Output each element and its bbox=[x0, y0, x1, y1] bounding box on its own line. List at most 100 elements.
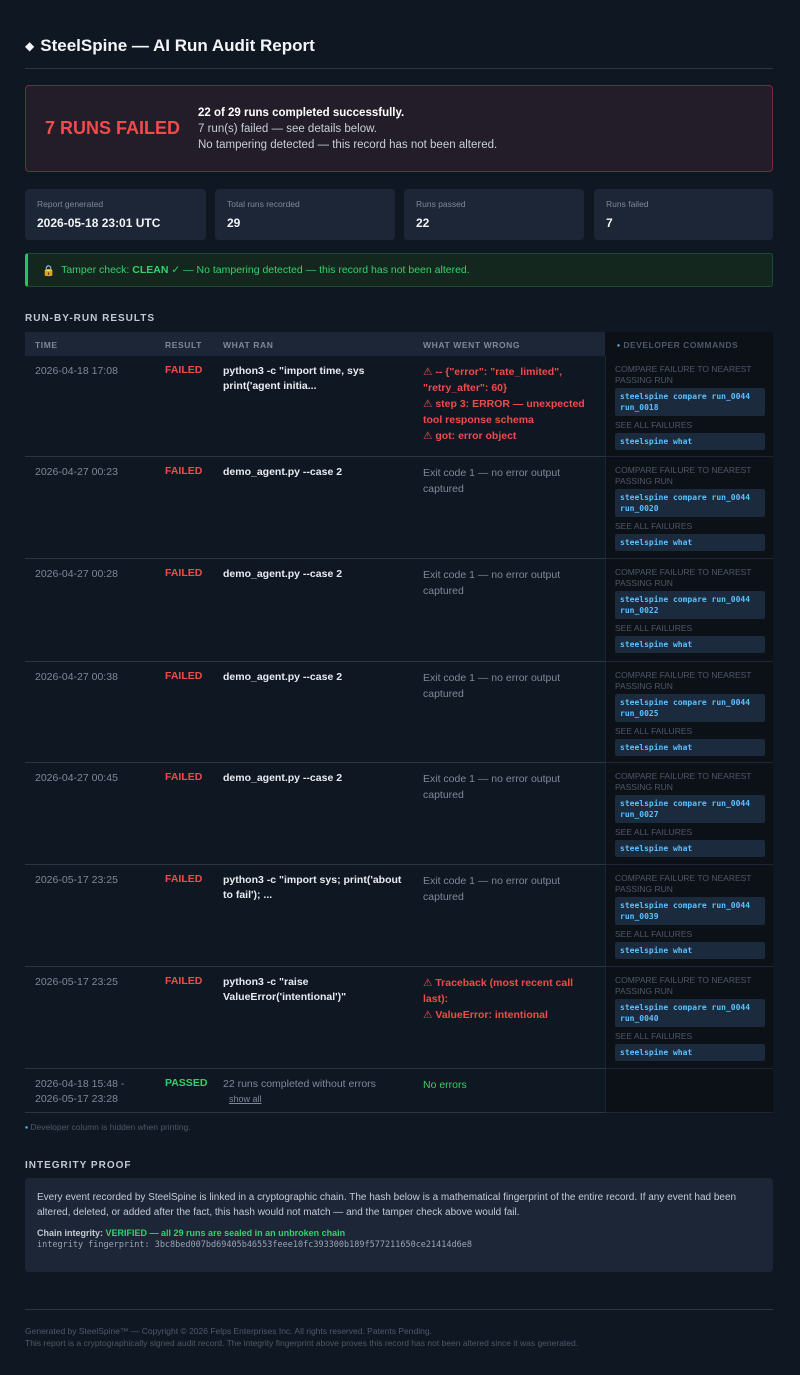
section-heading-results: RUN-BY-RUN RESULTS bbox=[25, 313, 156, 324]
error-line: Exit code 1 — no error output captured bbox=[423, 672, 561, 700]
cell-time: 2026-04-18 17:08 bbox=[35, 364, 118, 379]
tamper-prefix: Tamper check: bbox=[61, 264, 130, 276]
developer-commands-header: ▪ DEVELOPER COMMANDS bbox=[605, 332, 773, 356]
see-all-label: SEE ALL FAILURES bbox=[615, 929, 693, 939]
see-all-command[interactable]: steelspine what bbox=[615, 1044, 765, 1061]
tamper-status: CLEAN ✓ bbox=[132, 264, 181, 276]
table-row: 2026-04-18 17:08 FAILED python3 -c "import… bbox=[25, 356, 605, 457]
compare-command[interactable]: steelspine compare run_0044 run_0020 bbox=[615, 489, 765, 517]
developer-commands-cell: COMPARE FAILURE TO NEAREST PASSING RUN st… bbox=[605, 559, 773, 662]
cell-time: 2026-05-17 23:25 bbox=[35, 975, 118, 990]
see-all-command[interactable]: steelspine what bbox=[615, 942, 765, 959]
result-badge: FAILED bbox=[165, 465, 203, 477]
developer-commands-cell bbox=[605, 1069, 773, 1113]
see-all-label: SEE ALL FAILURES bbox=[615, 420, 693, 430]
see-all-label: SEE ALL FAILURES bbox=[615, 1031, 693, 1041]
developer-commands-cell: COMPARE FAILURE TO NEAREST PASSING RUN st… bbox=[605, 865, 773, 967]
compare-label: COMPARE FAILURE TO NEAREST PASSING RUN bbox=[615, 975, 752, 996]
show-all-link[interactable]: show all bbox=[229, 1092, 403, 1107]
stat-label: Runs passed bbox=[416, 199, 466, 209]
header-result: RESULT bbox=[165, 340, 202, 350]
summary-stats: Report generated 2026-05-18 23:01 UTC To… bbox=[25, 189, 773, 240]
time-text-end: 2026-05-17 23:28 bbox=[35, 1093, 118, 1105]
compare-command[interactable]: steelspine compare run_0044 run_0022 bbox=[615, 591, 765, 619]
chain-status: VERIFIED — all 29 runs are sealed in an … bbox=[105, 1228, 346, 1238]
stat-card-total: Total runs recorded 29 bbox=[215, 189, 395, 240]
title-divider bbox=[25, 68, 773, 69]
stat-card-failed: Runs failed 7 bbox=[594, 189, 773, 240]
cell-what-ran: demo_agent.py --case 2 bbox=[223, 465, 403, 480]
see-all-label: SEE ALL FAILURES bbox=[615, 827, 693, 837]
developer-commands-cell: COMPARE FAILURE TO NEAREST PASSING RUN st… bbox=[605, 662, 773, 763]
tamper-message: — No tampering detected — this record ha… bbox=[183, 264, 470, 276]
error-line: ⚠ -- {"error": "rate_limited", "retry_af… bbox=[423, 366, 563, 394]
error-line: ⚠ step 3: ERROR — unexpected tool respon… bbox=[423, 398, 585, 426]
error-line: ⚠ ValueError: intentional bbox=[423, 1009, 548, 1021]
see-all-label: SEE ALL FAILURES bbox=[615, 521, 693, 531]
time-text: 2026-04-18 15:48 - bbox=[35, 1078, 125, 1090]
error-line: Exit code 1 — no error output captured bbox=[423, 569, 561, 597]
header-what-went-wrong: WHAT WENT WRONG bbox=[423, 340, 521, 350]
time-text: 2026-05-17 23:25 bbox=[35, 874, 118, 886]
see-all-command[interactable]: steelspine what bbox=[615, 636, 765, 653]
stat-value: 2026-05-18 23:01 UTC bbox=[37, 216, 161, 230]
developer-note: ▪ Developer column is hidden when printi… bbox=[25, 1122, 191, 1132]
compare-command[interactable]: steelspine compare run_0044 run_0039 bbox=[615, 897, 765, 925]
see-all-label: SEE ALL FAILURES bbox=[615, 623, 693, 633]
see-all-command[interactable]: steelspine what bbox=[615, 433, 765, 450]
time-text: 2026-04-27 00:45 bbox=[35, 772, 118, 784]
cell-what-went-wrong: ⚠ -- {"error": "rate_limited", "retry_af… bbox=[423, 364, 601, 444]
stat-card-generated: Report generated 2026-05-18 23:01 UTC bbox=[25, 189, 206, 240]
result-badge: FAILED bbox=[165, 567, 203, 579]
table-row: 2026-04-27 00:38 FAILED demo_agent.py --ca… bbox=[25, 662, 605, 763]
stat-label: Runs failed bbox=[606, 199, 649, 209]
result-badge: FAILED bbox=[165, 670, 203, 682]
stat-label: Report generated bbox=[37, 199, 104, 209]
cell-what-ran: demo_agent.py --case 2 bbox=[223, 567, 403, 582]
cell-what-went-wrong: Exit code 1 — no error output captured bbox=[423, 567, 601, 599]
cell-what-went-wrong: ⚠ Traceback (most recent call last): ⚠ Va… bbox=[423, 975, 601, 1023]
error-line: Exit code 1 — no error output captured bbox=[423, 773, 561, 801]
compare-command[interactable]: steelspine compare run_0044 run_0018 bbox=[615, 388, 765, 416]
developer-commands-cell: COMPARE FAILURE TO NEAREST PASSING RUN st… bbox=[605, 356, 773, 457]
developer-commands-title: DEVELOPER COMMANDS bbox=[623, 340, 739, 350]
cell-time: 2026-04-27 00:38 bbox=[35, 670, 118, 685]
time-text: 2026-04-27 00:38 bbox=[35, 671, 118, 683]
cell-what-went-wrong: Exit code 1 — no error output captured bbox=[423, 771, 601, 803]
time-text: 2026-04-27 00:23 bbox=[35, 466, 118, 478]
cell-time: 2026-04-27 00:23 bbox=[35, 465, 118, 480]
footer: Generated by SteelSpine™ — Copyright © 2… bbox=[25, 1325, 578, 1349]
error-line: ⚠ Traceback (most recent call last): bbox=[423, 977, 574, 1005]
stat-value: 29 bbox=[227, 216, 241, 230]
see-all-command[interactable]: steelspine what bbox=[615, 840, 765, 857]
cell-time: 2026-04-27 00:45 bbox=[35, 771, 118, 786]
compare-command[interactable]: steelspine compare run_0044 run_0025 bbox=[615, 694, 765, 722]
command-text: demo_agent.py --case 2 bbox=[223, 772, 343, 784]
tamper-check: 🔒 Tamper check: CLEAN ✓ — No tampering d… bbox=[25, 253, 773, 287]
footer-line-1: Generated by SteelSpine™ — Copyright © 2… bbox=[25, 1326, 432, 1336]
developer-commands-cell: COMPARE FAILURE TO NEAREST PASSING RUN st… bbox=[605, 967, 773, 1069]
compare-label: COMPARE FAILURE TO NEAREST PASSING RUN bbox=[615, 465, 752, 486]
error-line: No errors bbox=[423, 1079, 467, 1091]
see-all-command[interactable]: steelspine what bbox=[615, 534, 765, 551]
chain-label: Chain integrity: bbox=[37, 1228, 104, 1238]
compare-command[interactable]: steelspine compare run_0044 run_0040 bbox=[615, 999, 765, 1027]
diamond-icon: ◆ bbox=[25, 39, 35, 53]
banner-line-1: 22 of 29 runs completed successfully. bbox=[198, 106, 405, 119]
stat-value: 7 bbox=[606, 216, 613, 230]
cell-what-went-wrong: Exit code 1 — no error output captured bbox=[423, 670, 601, 702]
failure-banner: 7 RUNS FAILED 22 of 29 runs completed su… bbox=[25, 85, 773, 172]
integrity-fingerprint[interactable]: integrity fingerprint: 3bc8bed007bd69405… bbox=[37, 1240, 761, 1250]
command-text: python3 -c "import sys; print('about to … bbox=[223, 874, 402, 901]
stat-label: Total runs recorded bbox=[227, 199, 300, 209]
result-badge: FAILED bbox=[165, 873, 203, 885]
page-title: ◆ SteelSpine — AI Run Audit Report bbox=[25, 36, 315, 56]
cell-what-ran: demo_agent.py --case 2 bbox=[223, 670, 403, 685]
result-badge: FAILED bbox=[165, 364, 203, 376]
compare-command[interactable]: steelspine compare run_0044 run_0027 bbox=[615, 795, 765, 823]
table-row: 2026-04-27 00:28 FAILED demo_agent.py --ca… bbox=[25, 559, 605, 662]
command-text: 22 runs completed without errors bbox=[223, 1078, 376, 1090]
see-all-command[interactable]: steelspine what bbox=[615, 739, 765, 756]
command-text: python3 -c "raise ValueError('intentiona… bbox=[223, 976, 347, 1003]
result-badge: FAILED bbox=[165, 975, 203, 987]
